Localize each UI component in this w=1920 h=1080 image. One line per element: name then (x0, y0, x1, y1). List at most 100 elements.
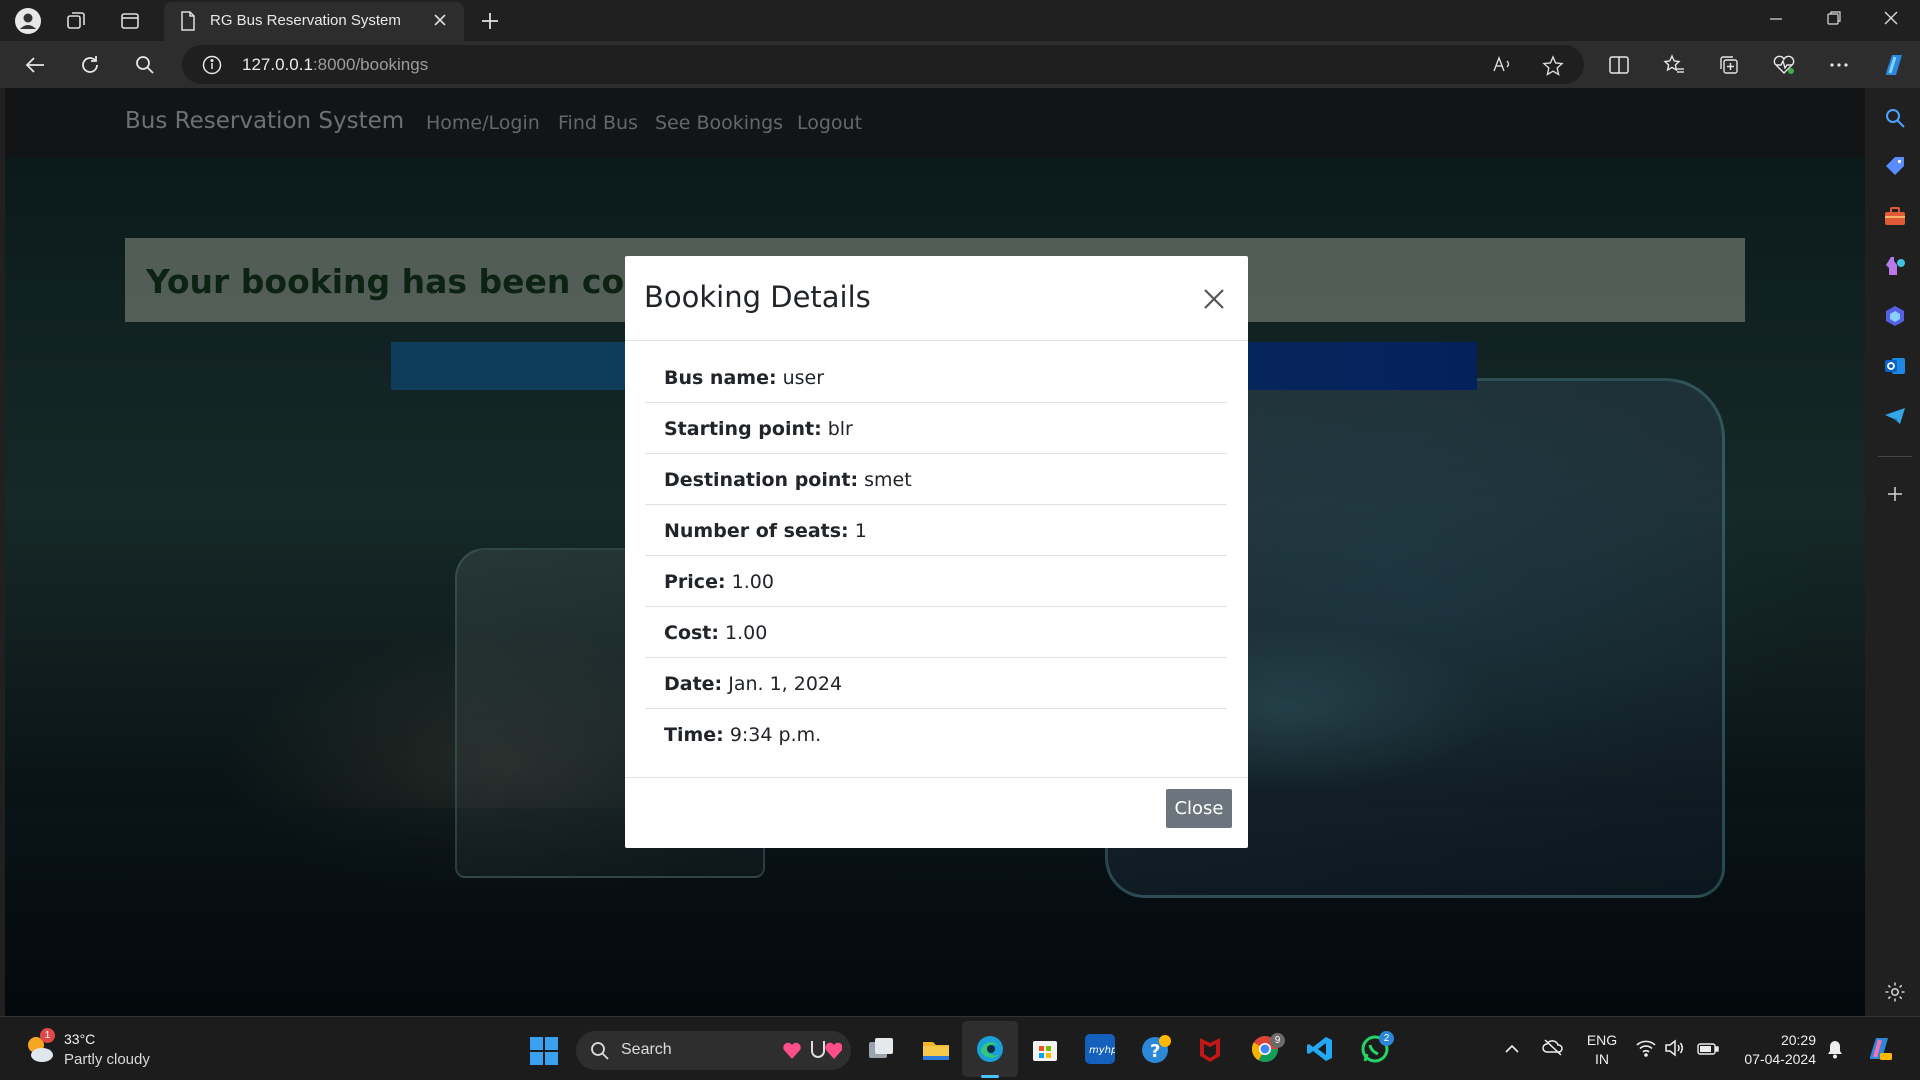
sidebar-search-icon[interactable] (1883, 106, 1907, 130)
detail-value: 1.00 (725, 622, 768, 644)
copilot-preview-icon[interactable] (1864, 1033, 1894, 1067)
close-tab-icon[interactable] (430, 10, 450, 34)
edge-browser-icon[interactable] (975, 1034, 1005, 1064)
booking-details-modal: Booking Details Bus name: user Starting … (625, 256, 1248, 848)
detail-value: 1 (854, 520, 867, 542)
detail-value: blr (827, 418, 853, 440)
url-field[interactable]: 127.0.0.1:8000/bookings (182, 45, 1584, 84)
detail-row-bus-name: Bus name: user (645, 352, 1227, 403)
detail-value: smet (864, 469, 912, 491)
weather-alert-badge: 1 (40, 1028, 55, 1043)
collections-icon[interactable] (1714, 50, 1744, 80)
file-explorer-icon[interactable] (921, 1034, 951, 1064)
close-button[interactable]: Close (1166, 789, 1232, 828)
detail-value: Jan. 1, 2024 (728, 673, 843, 695)
get-help-icon[interactable]: ? (1140, 1034, 1171, 1064)
chrome-badge: 9 (1270, 1033, 1285, 1048)
detail-row-price: Price: 1.00 (645, 556, 1227, 607)
wifi-icon[interactable] (1636, 1039, 1656, 1061)
notification-bell-icon[interactable] (1826, 1039, 1844, 1063)
modal-header: Booking Details (625, 256, 1248, 341)
address-toolbar: 127.0.0.1:8000/bookings (0, 41, 1920, 88)
tools-icon[interactable] (1883, 204, 1907, 228)
new-tab-icon[interactable] (476, 7, 504, 35)
weather-description[interactable]: Partly cloudy (64, 1051, 150, 1068)
browser-essentials-icon[interactable] (1769, 50, 1799, 80)
taskbar-search-label: Search (621, 1041, 672, 1058)
sidebar-divider (1878, 456, 1912, 457)
detail-key: Destination point: (664, 469, 859, 491)
close-icon[interactable] (1201, 286, 1227, 312)
detail-key: Number of seats: (664, 520, 849, 542)
favorite-star-icon[interactable] (1542, 55, 1564, 81)
svg-text:myhp: myhp (1089, 1045, 1115, 1056)
detail-row-date: Date: Jan. 1, 2024 (645, 658, 1227, 709)
detail-row-destination-point: Destination point: smet (645, 454, 1227, 505)
windows-start-icon[interactable] (529, 1036, 559, 1066)
edge-sidebar (1870, 88, 1920, 1016)
detail-row-starting-point: Starting point: blr (645, 403, 1227, 454)
edge-running-indicator (981, 1075, 999, 1078)
page-viewport: Bus Reservation System Home/Login Find B… (5, 88, 1865, 1016)
modal-body: Bus name: user Starting point: blr Desti… (645, 352, 1227, 760)
language-indicator-top[interactable]: ENG (1585, 1032, 1619, 1048)
close-window-icon[interactable] (1882, 8, 1900, 32)
search-icon[interactable] (130, 50, 160, 80)
minimize-icon[interactable] (1768, 8, 1784, 32)
more-options-icon[interactable] (1824, 50, 1854, 80)
detail-value: 9:34 p.m. (729, 724, 822, 746)
svg-text:?: ? (1150, 1041, 1160, 1062)
weather-temperature[interactable]: 33°C (64, 1031, 95, 1047)
detail-row-time: Time: 9:34 p.m. (645, 709, 1227, 760)
volume-icon[interactable] (1664, 1039, 1684, 1061)
myhp-icon[interactable]: myhp (1085, 1034, 1117, 1064)
taskbar-search-icon (590, 1041, 610, 1065)
read-aloud-icon[interactable] (1492, 55, 1514, 79)
detail-key: Cost: (664, 622, 719, 644)
settings-gear-icon[interactable] (1883, 980, 1907, 1004)
url-text: 127.0.0.1:8000/bookings (242, 55, 428, 75)
telegram-send-icon[interactable] (1883, 404, 1907, 428)
detail-row-number-of-seats: Number of seats: 1 (645, 505, 1227, 556)
games-icon[interactable] (1883, 254, 1907, 278)
tab-active[interactable]: RG Bus Reservation System (164, 2, 464, 41)
detail-key: Starting point: (664, 418, 822, 440)
show-hidden-icons-chevron-icon[interactable] (1504, 1041, 1520, 1060)
task-view-icon[interactable] (866, 1034, 896, 1064)
url-path: :8000/bookings (312, 55, 429, 74)
detail-key: Price: (664, 571, 726, 593)
mcafee-icon[interactable] (1195, 1034, 1225, 1064)
refresh-icon[interactable] (75, 50, 105, 80)
battery-icon[interactable] (1697, 1041, 1719, 1060)
taskbar-search-box[interactable]: Search (576, 1031, 851, 1070)
windows-taskbar: 1 33°C Partly cloudy Search myhp ? 9 2 E… (0, 1016, 1920, 1080)
clock-date[interactable]: 07-04-2024 (1736, 1051, 1816, 1067)
back-arrow-icon[interactable] (20, 50, 50, 80)
tab-title: RG Bus Reservation System (210, 12, 401, 29)
detail-value: 1.00 (731, 571, 774, 593)
favorites-icon[interactable] (1659, 50, 1689, 80)
microsoft-store-icon[interactable] (1030, 1034, 1060, 1064)
modal-title: Booking Details (644, 280, 871, 314)
microsoft-365-icon[interactable] (1883, 304, 1907, 328)
tab-actions-icon[interactable] (116, 7, 144, 35)
search-highlight-icon (782, 1037, 843, 1069)
language-indicator-bottom[interactable]: IN (1585, 1051, 1619, 1067)
clock-time[interactable]: 20:29 (1736, 1032, 1816, 1048)
restore-icon[interactable] (1826, 8, 1842, 32)
copilot-icon[interactable] (1879, 50, 1909, 80)
outlook-icon[interactable] (1883, 354, 1907, 378)
profile-icon[interactable] (14, 7, 42, 35)
split-screen-icon[interactable] (1604, 50, 1634, 80)
detail-value: user (782, 367, 825, 389)
detail-key: Date: (664, 673, 723, 695)
onedrive-offline-icon[interactable] (1542, 1037, 1564, 1061)
detail-key: Bus name: (664, 367, 777, 389)
add-icon[interactable] (1883, 482, 1907, 506)
browser-tab-bar: RG Bus Reservation System (0, 0, 1920, 41)
vscode-icon[interactable] (1305, 1034, 1335, 1064)
workspaces-icon[interactable] (62, 7, 90, 35)
site-info-icon[interactable] (202, 55, 222, 79)
detail-row-cost: Cost: 1.00 (645, 607, 1227, 658)
shopping-tag-icon[interactable] (1883, 154, 1907, 178)
